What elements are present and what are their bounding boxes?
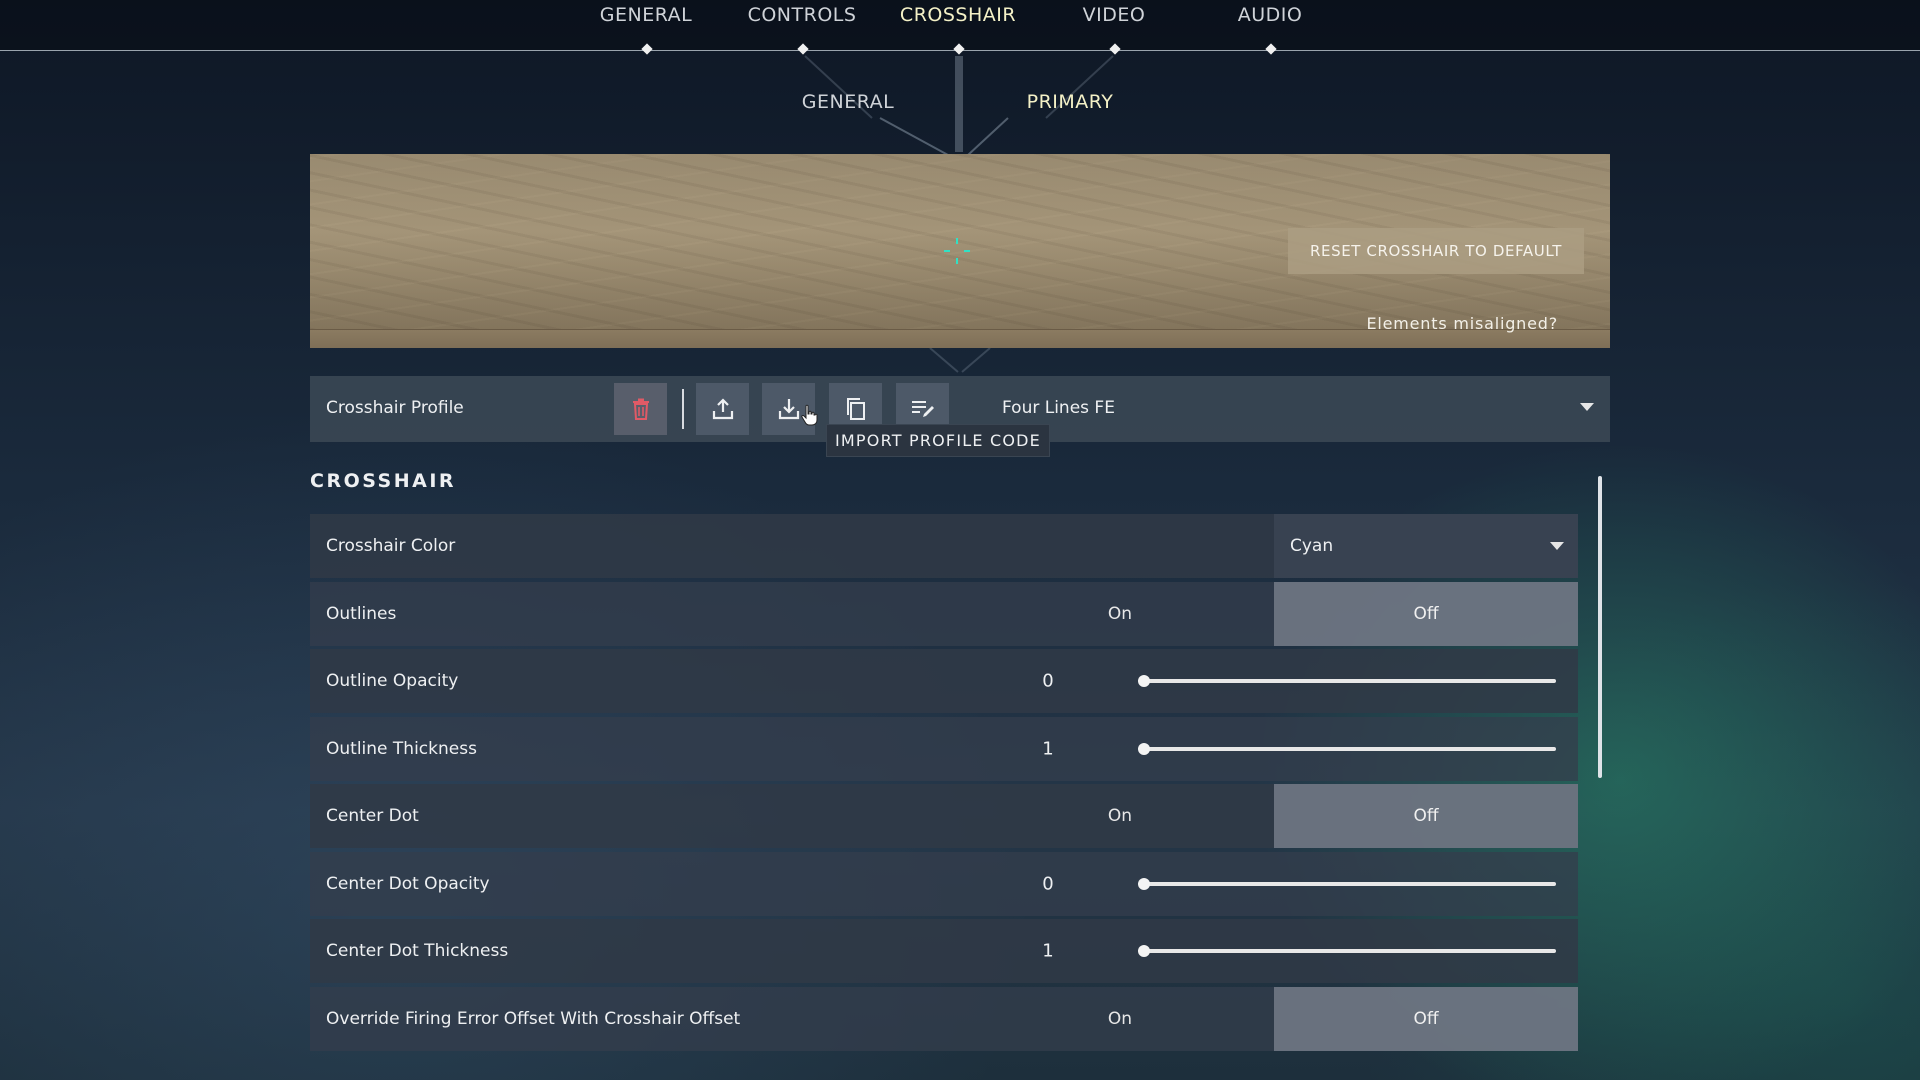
chevron-down-icon[interactable] [1580, 403, 1594, 411]
toggle-off-button[interactable]: Off [1274, 986, 1578, 1051]
reset-crosshair-button[interactable]: RESET CROSSHAIR TO DEFAULT [1288, 228, 1584, 274]
setting-label: Outlines [326, 603, 397, 624]
setting-row-center-dot-opacity: Center Dot Opacity 0 [310, 851, 1578, 916]
setting-row-override-firing-error: Override Firing Error Offset With Crossh… [310, 986, 1578, 1051]
icon-divider [682, 389, 684, 429]
tooltip: IMPORT PROFILE CODE [826, 424, 1050, 457]
download-icon [778, 399, 799, 420]
setting-label: Override Firing Error Offset With Crossh… [326, 1008, 741, 1029]
section-title: CROSSHAIR [310, 470, 457, 492]
toggle-off-button[interactable]: Off [1274, 784, 1578, 848]
setting-label: Center Dot Opacity [326, 873, 490, 894]
setting-label: Outline Thickness [326, 738, 477, 759]
delete-profile-button[interactable] [614, 383, 667, 435]
setting-row-outline-opacity: Outline Opacity 0 [310, 649, 1578, 713]
setting-row-crosshair-color: Crosshair Color Cyan [310, 514, 1578, 578]
copy-icon [846, 398, 865, 420]
tab-controls[interactable]: CONTROLS [748, 4, 857, 26]
tab-crosshair[interactable]: CROSSHAIR [900, 4, 1016, 26]
mouse-cursor-icon [801, 404, 818, 426]
tab-marker [1109, 43, 1121, 55]
tab-marker [797, 43, 809, 55]
setting-row-outlines: Outlines On Off [310, 581, 1578, 646]
toggle-on-button[interactable]: On [965, 987, 1275, 1051]
slider-value[interactable]: 1 [1028, 941, 1068, 962]
trash-icon [632, 398, 649, 420]
slider-track[interactable] [1138, 675, 1556, 687]
setting-row-outline-thickness: Outline Thickness 1 [310, 716, 1578, 781]
slider-track[interactable] [1138, 877, 1556, 890]
toggle-on-button[interactable]: On [965, 784, 1275, 848]
tab-audio[interactable]: AUDIO [1238, 4, 1303, 26]
setting-row-center-dot-thickness: Center Dot Thickness 1 [310, 919, 1578, 983]
setting-label: Center Dot Thickness [326, 941, 509, 961]
slider-track[interactable] [1138, 945, 1556, 957]
export-profile-button[interactable] [696, 383, 749, 435]
subtab-primary[interactable]: PRIMARY [1027, 91, 1114, 113]
upload-icon [712, 398, 733, 420]
setting-label: Center Dot [326, 806, 419, 826]
slider-handle[interactable] [1138, 945, 1150, 957]
slider-handle[interactable] [1138, 675, 1150, 687]
crosshair-preview: RESET CROSSHAIR TO DEFAULT Elements misa… [310, 154, 1610, 348]
crosshair-color-dropdown[interactable]: Cyan [1274, 514, 1578, 578]
tab-general[interactable]: GENERAL [600, 4, 692, 26]
toggle-on-button[interactable]: On [965, 582, 1275, 646]
slider-handle[interactable] [1138, 877, 1150, 890]
setting-label: Crosshair Color [326, 536, 456, 556]
slider-value[interactable]: 1 [1028, 738, 1068, 759]
dropdown-value: Cyan [1290, 536, 1334, 556]
profile-label: Crosshair Profile [326, 398, 464, 418]
tab-marker [641, 43, 653, 55]
tab-marker [1265, 43, 1277, 55]
tab-marker [953, 43, 965, 55]
crosshair-settings-list: Crosshair Color Cyan Outlines On Off Out… [310, 514, 1578, 1054]
slider-handle[interactable] [1138, 742, 1150, 755]
subtab-general[interactable]: GENERAL [802, 91, 894, 113]
scrollbar[interactable] [1598, 476, 1602, 778]
chevron-down-icon [1550, 542, 1564, 550]
slider-track[interactable] [1138, 742, 1556, 755]
elements-misaligned-link[interactable]: Elements misaligned? [1366, 314, 1558, 333]
slider-value[interactable]: 0 [1028, 873, 1068, 894]
profile-select-value[interactable]: Four Lines FE [1002, 398, 1115, 418]
rename-icon [911, 401, 934, 417]
setting-label: Outline Opacity [326, 671, 459, 691]
top-nav: GENERAL CONTROLS CROSSHAIR VIDEO AUDIO [0, 0, 1920, 55]
crosshair-preview-icon [942, 236, 972, 266]
setting-row-center-dot: Center Dot On Off [310, 784, 1578, 848]
tab-video[interactable]: VIDEO [1083, 4, 1146, 26]
slider-value[interactable]: 0 [1028, 671, 1068, 692]
toggle-off-button[interactable]: Off [1274, 581, 1578, 646]
